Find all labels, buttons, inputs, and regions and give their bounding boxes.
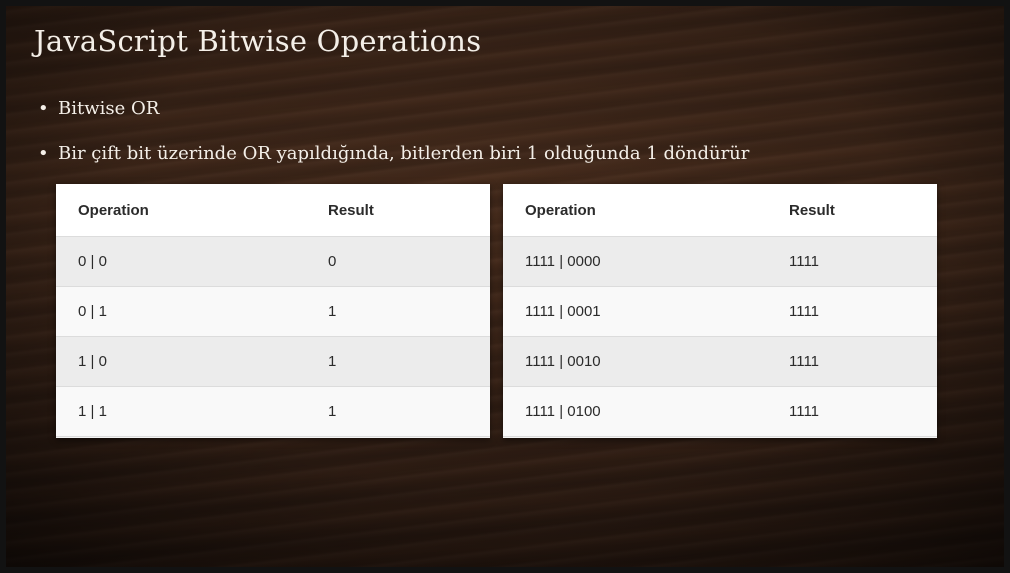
data-table: Operation Result 0 | 0 0 0 | 1 1 1 | 0 1… (56, 184, 490, 437)
cell-result: 1111 (767, 386, 937, 437)
cell-operation: 1111 | 0100 (503, 386, 767, 437)
column-header-operation: Operation (503, 184, 767, 237)
or-table-single-bit: Operation Result 0 | 0 0 0 | 1 1 1 | 0 1… (56, 184, 490, 438)
table-row: 0 | 0 0 (56, 236, 490, 287)
bullet-item: • Bitwise OR (38, 96, 749, 122)
table-row: 1111 | 0100 1111 (503, 386, 937, 437)
video-frame: JavaScript Bitwise Operations • Bitwise O… (0, 0, 1010, 573)
table-row: 1111 | 0000 1111 (503, 236, 937, 287)
bullet-text: Bir çift bit üzerinde OR yapıldığında, b… (58, 143, 750, 164)
or-table-four-bit: Operation Result 1111 | 0000 1111 1111 |… (503, 184, 937, 438)
cell-operation: 1111 | 0001 (503, 286, 767, 337)
cell-operation: 0 | 1 (56, 286, 306, 337)
cell-result: 1111 (767, 336, 937, 387)
table-row: 1 | 0 1 (56, 336, 490, 387)
cell-result: 1 (306, 336, 490, 387)
slide-title: JavaScript Bitwise Operations (34, 24, 482, 58)
cell-operation: 1 | 0 (56, 336, 306, 387)
bullet-text: Bitwise OR (58, 98, 160, 119)
bullet-list: • Bitwise OR • Bir çift bit üzerinde OR ya… (38, 96, 749, 167)
table-header-row: Operation Result (503, 184, 937, 237)
column-header-operation: Operation (56, 184, 306, 237)
cell-result: 1 (306, 386, 490, 437)
column-header-result: Result (767, 184, 937, 237)
cell-result: 1 (306, 286, 490, 337)
cell-operation: 1 | 1 (56, 386, 306, 437)
cell-result: 1111 (767, 236, 937, 287)
bullet-item: • Bir çift bit üzerinde OR yapıldığında, … (38, 141, 749, 167)
cell-operation: 1111 | 0000 (503, 236, 767, 287)
table-header-row: Operation Result (56, 184, 490, 237)
table-row: 1 | 1 1 (56, 386, 490, 437)
table-row: 1111 | 0010 1111 (503, 336, 937, 387)
presentation-slide: JavaScript Bitwise Operations • Bitwise O… (6, 6, 1004, 567)
table-row: 1111 | 0001 1111 (503, 286, 937, 337)
table-row: 0 | 1 1 (56, 286, 490, 337)
cell-operation: 1111 | 0010 (503, 336, 767, 387)
bullet-icon: • (38, 98, 49, 119)
cell-result: 0 (306, 236, 490, 287)
cell-result: 1111 (767, 286, 937, 337)
data-table: Operation Result 1111 | 0000 1111 1111 |… (503, 184, 937, 437)
cell-operation: 0 | 0 (56, 236, 306, 287)
column-header-result: Result (306, 184, 490, 237)
bullet-icon: • (38, 143, 49, 164)
